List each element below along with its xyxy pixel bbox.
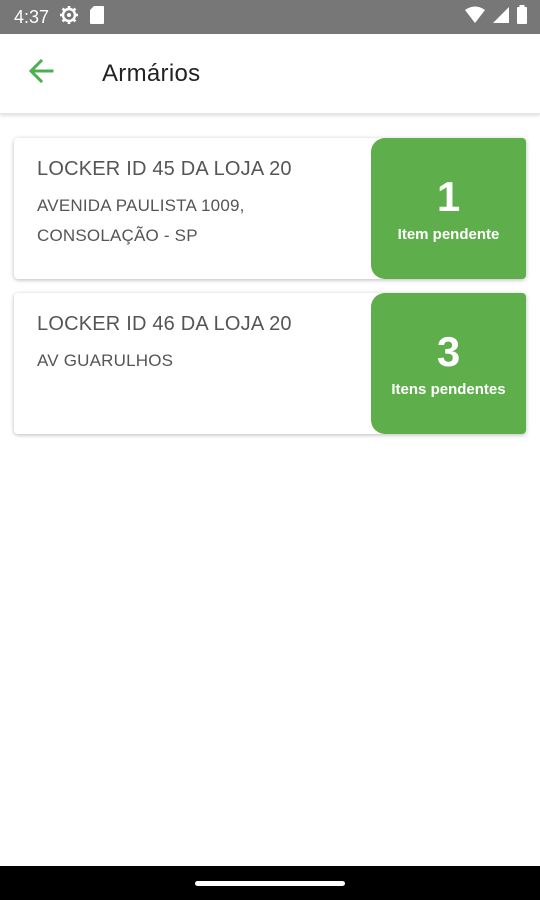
pending-label: Itens pendentes [391,381,506,398]
locker-card[interactable]: LOCKER ID 46 DA LOJA 20 AV GUARULHOS 3 I… [14,293,526,434]
pending-badge: 3 Itens pendentes [371,293,526,434]
wifi-icon [464,6,486,29]
home-indicator[interactable] [195,880,345,886]
navigation-bar [0,866,540,900]
page-title: Armários [102,59,201,87]
settings-icon [59,5,79,30]
locker-name: LOCKER ID 45 DA LOJA 20 [37,158,292,180]
locker-card[interactable]: LOCKER ID 45 DA LOJA 20 AVENIDA PAULISTA… [14,138,526,279]
locker-name: LOCKER ID 46 DA LOJA 20 [37,313,292,335]
pending-label: Item pendente [397,226,500,243]
pending-badge: 1 Item pendente [371,138,526,279]
locker-list: LOCKER ID 45 DA LOJA 20 AVENIDA PAULISTA… [14,138,526,448]
locker-info: LOCKER ID 45 DA LOJA 20 AVENIDA PAULISTA… [14,138,371,279]
locker-info: LOCKER ID 46 DA LOJA 20 AV GUARULHOS [14,293,371,434]
status-right [464,4,528,30]
battery-icon [516,4,528,30]
pending-count: 1 [436,173,461,220]
status-bar: 4:37 [0,0,540,34]
back-button[interactable] [14,47,68,101]
locker-address: AV GUARULHOS [37,351,174,370]
status-left: 4:37 [14,5,105,30]
sd-card-icon [89,5,105,30]
app-bar: Armários [0,34,540,114]
status-time: 4:37 [14,6,50,27]
locker-address: AVENIDA PAULISTA 1009, CONSOLAÇÃO - SP [37,196,245,245]
signal-icon [492,6,510,29]
arrow-back-icon [27,57,55,90]
pending-count: 3 [436,328,461,375]
